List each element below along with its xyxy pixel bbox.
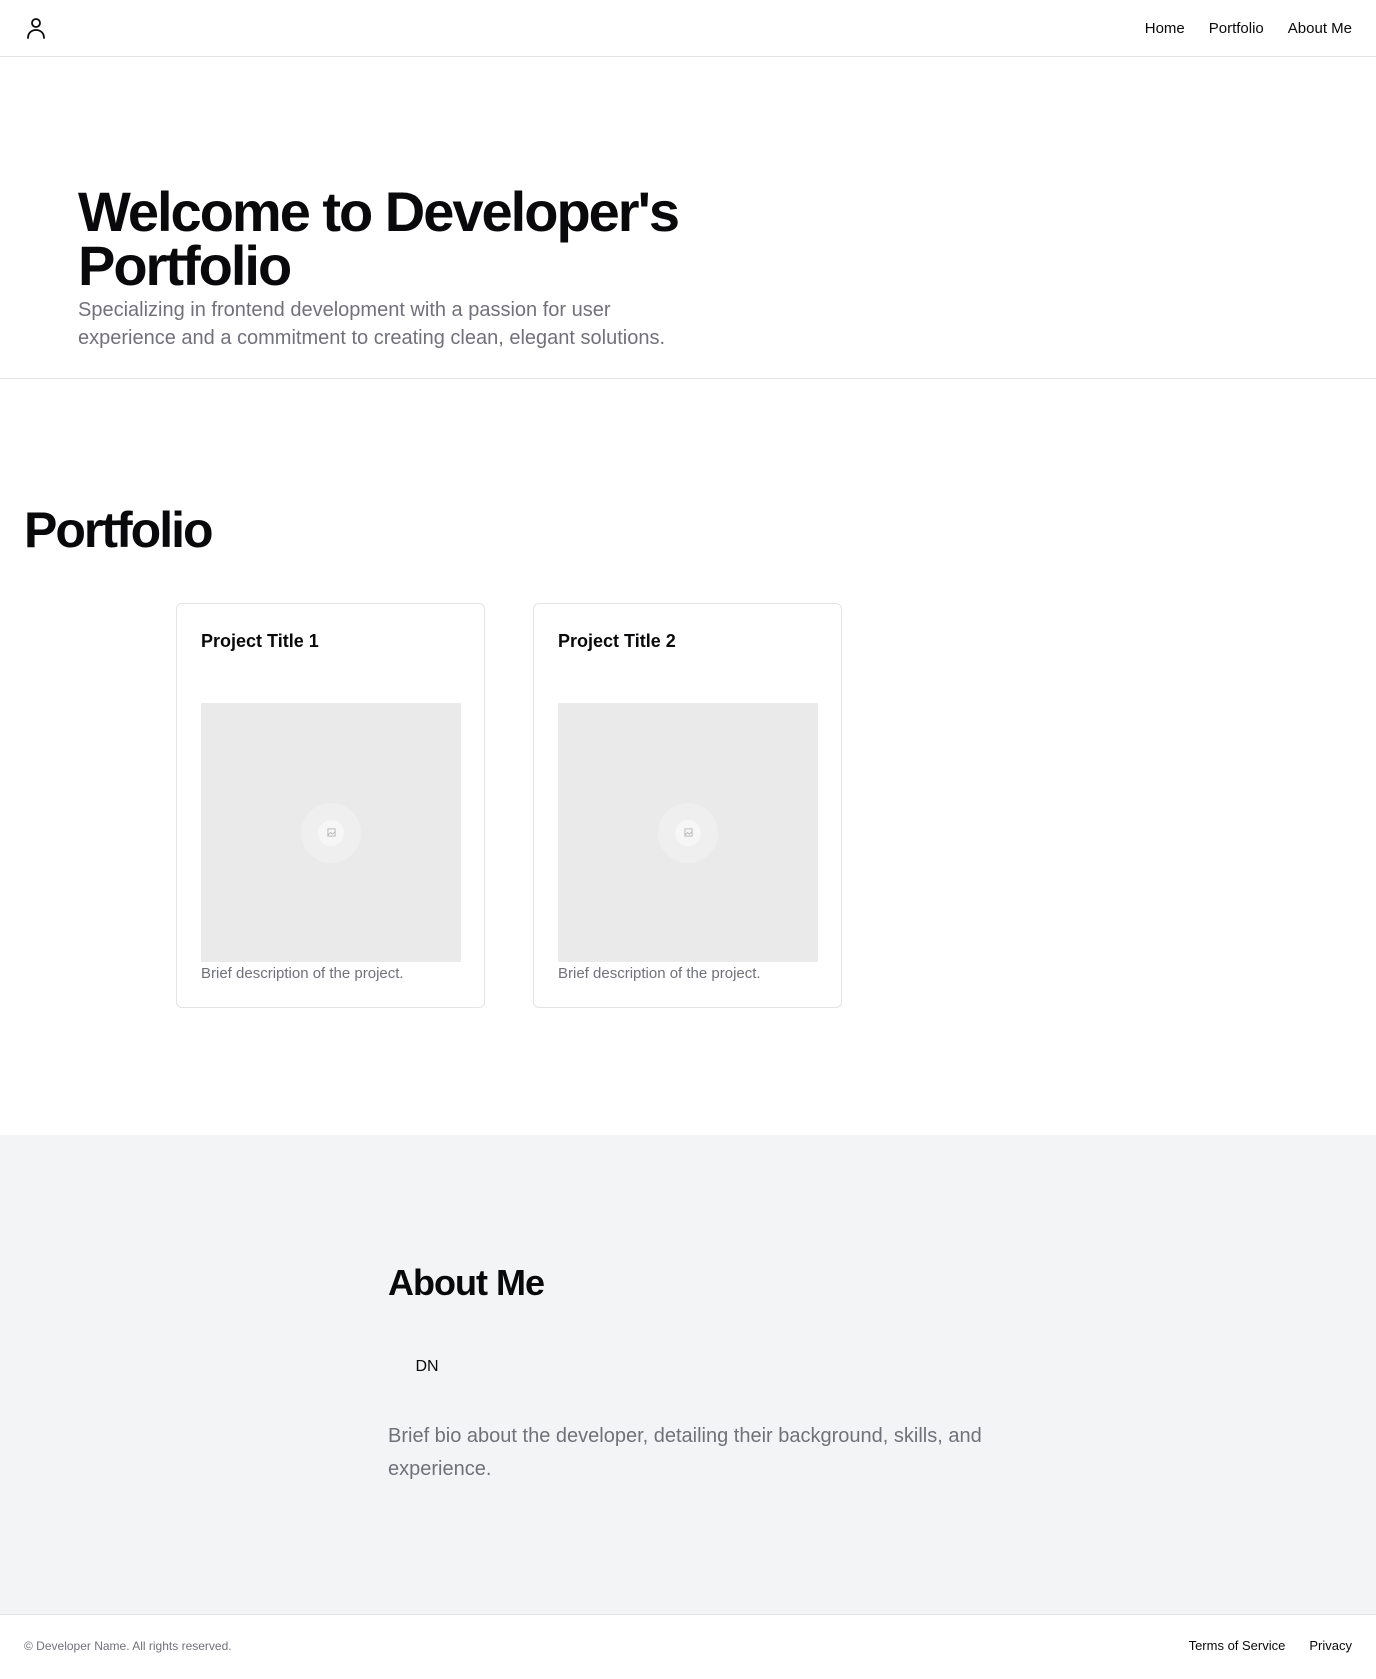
project-image xyxy=(558,703,818,962)
footer-links: Terms of Service Privacy xyxy=(1189,1638,1352,1653)
image-placeholder-icon xyxy=(301,802,361,863)
project-card[interactable]: Project Title 1 Brief description of the… xyxy=(176,603,485,1008)
main-nav: Home Portfolio About Me xyxy=(1145,0,1352,56)
project-title: Project Title 1 xyxy=(201,631,319,651)
avatar: DN xyxy=(415,1358,439,1375)
nav-home[interactable]: Home xyxy=(1145,20,1185,37)
site-header: Home Portfolio About Me xyxy=(0,0,1376,57)
image-placeholder-icon xyxy=(658,802,718,863)
nav-about-me[interactable]: About Me xyxy=(1288,20,1352,37)
project-card[interactable]: Project Title 2 Brief description of the… xyxy=(533,603,842,1008)
project-description: Brief description of the project. xyxy=(558,965,761,982)
privacy-link[interactable]: Privacy xyxy=(1309,1638,1352,1653)
terms-link[interactable]: Terms of Service xyxy=(1189,1638,1286,1653)
hero-title: Welcome to Developer's Portfolio xyxy=(78,180,680,297)
site-footer: © Developer Name. All rights reserved. T… xyxy=(0,1614,1376,1679)
about-section: About Me DN Brief bio about the develope… xyxy=(0,1135,1376,1614)
nav-portfolio[interactable]: Portfolio xyxy=(1209,20,1264,37)
hero-subtitle: Specializing in frontend development wit… xyxy=(78,299,666,349)
about-bio: Brief bio about the developer, detailing… xyxy=(388,1425,982,1480)
about-title: About Me xyxy=(388,1262,545,1303)
hero-section: Welcome to Developer's Portfolio Special… xyxy=(0,57,1376,379)
project-description: Brief description of the project. xyxy=(201,965,404,982)
copyright-text: © Developer Name. All rights reserved. xyxy=(24,1639,232,1653)
project-title: Project Title 2 xyxy=(558,631,676,651)
portfolio-title: Portfolio xyxy=(24,502,214,558)
user-icon[interactable] xyxy=(24,16,48,40)
project-image xyxy=(201,703,461,962)
